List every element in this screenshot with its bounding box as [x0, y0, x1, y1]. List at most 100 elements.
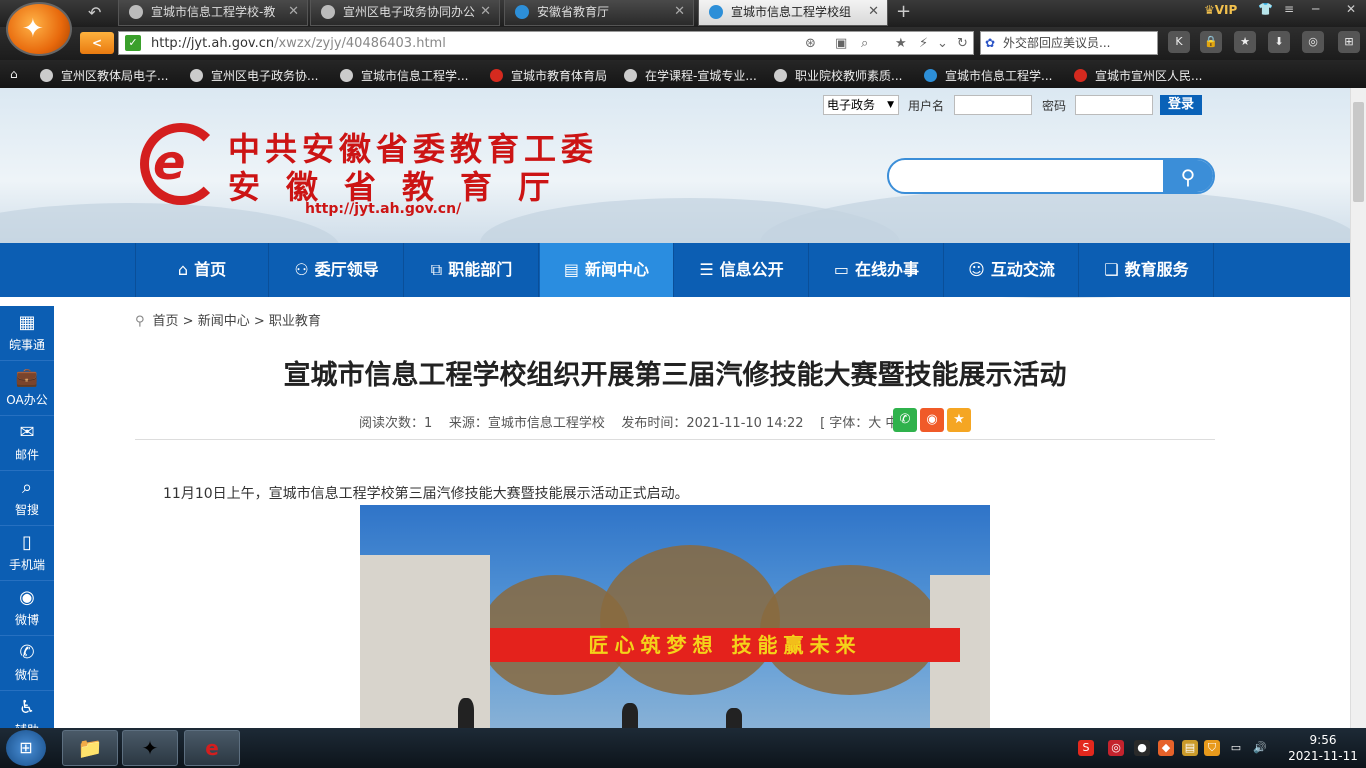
tray-app-icon[interactable]: ▤ [1182, 740, 1198, 756]
bookmark-item[interactable]: 宣州区电子政务协... [190, 67, 318, 84]
bookmark-item[interactable]: 宣城市宣州区人民... [1074, 67, 1202, 84]
image-icon[interactable]: ▣ [835, 36, 847, 51]
tray-app-icon[interactable]: ◎ [1108, 740, 1124, 756]
article-meta: 阅读次数：1 来源：宣城市信息工程学校 发布时间：2021-11-10 14:2… [359, 416, 925, 431]
vip-badge[interactable]: ♛VIP [1204, 3, 1237, 17]
nav-interaction[interactable]: ☺ 互动交流 [945, 243, 1079, 297]
login-button[interactable]: 登录 [1160, 95, 1202, 115]
sidebar-mobile[interactable]: ▯ 手机端 [0, 526, 54, 581]
new-tab-button[interactable]: + [896, 1, 911, 22]
explorer-icon[interactable]: 📁 [62, 730, 118, 766]
menu-icon[interactable]: ≡ [1284, 2, 1294, 16]
compat-icon[interactable]: ⊛ [805, 36, 816, 51]
login-type-select[interactable]: 电子政务 ▼ [823, 95, 899, 115]
refresh-icon[interactable]: ↻ [957, 36, 968, 51]
bookmark-item[interactable]: 宣城市信息工程学... [340, 67, 468, 84]
zoom-icon[interactable]: ⌕ [861, 36, 868, 51]
close-icon[interactable]: ✕ [868, 0, 879, 24]
tab-label: 宣城市信息工程学校组 [731, 5, 852, 19]
article-date: 发布时间：2021-11-10 14:22 [621, 416, 804, 431]
nav-online-service[interactable]: ▭ 在线办事 [810, 243, 944, 297]
volume-icon[interactable]: 🔊 [1252, 740, 1268, 756]
browser-logo[interactable]: ✦ [6, 2, 72, 56]
k-icon[interactable]: K [1168, 31, 1190, 53]
search-box[interactable]: ✿ 外交部回应美议员... [980, 31, 1158, 55]
close-icon[interactable]: ✕ [674, 0, 685, 24]
password-label: 密码 [1042, 99, 1067, 113]
liebao-icon[interactable]: ✦ [122, 730, 178, 766]
undo-icon[interactable]: ↶ [88, 3, 101, 22]
favorite-icon[interactable]: ★ [1234, 31, 1256, 53]
system-clock[interactable]: 9:56 2021-11-11 [1283, 732, 1363, 764]
tab-3[interactable]: 安徽省教育厅 ✕ [504, 0, 694, 26]
tray-app-icon[interactable]: ● [1134, 740, 1150, 756]
person-figure [622, 703, 638, 728]
crumb-home[interactable]: 首页 [153, 314, 179, 329]
close-button[interactable]: ✕ [1346, 2, 1356, 16]
back-button[interactable]: < [80, 32, 114, 54]
article-title: 宣城市信息工程学校组织开展第三届汽修技能大赛暨技能展示活动 [283, 360, 1067, 391]
game-icon[interactable]: ◎ [1302, 31, 1324, 53]
username-field[interactable] [954, 95, 1032, 115]
shield-icon[interactable]: ⛉ [1204, 740, 1220, 756]
grid-icon[interactable]: ⊞ [1338, 31, 1360, 53]
sidebar-mail[interactable]: ✉ 邮件 [0, 416, 54, 471]
favorite-share-icon[interactable]: ★ [947, 408, 971, 432]
sidebar-search[interactable]: ⌕ 智搜 [0, 471, 54, 526]
tab-1[interactable]: 宣城市信息工程学校-教 ✕ [118, 0, 308, 26]
site-search-input[interactable]: ⚲ [887, 158, 1215, 194]
tab-2[interactable]: 宣州区电子政务协同办公 ✕ [310, 0, 500, 26]
sogou-icon[interactable]: S [1078, 740, 1094, 756]
wechat-share-icon[interactable]: ✆ [893, 408, 917, 432]
username-label: 用户名 [908, 99, 945, 113]
nav-leaders[interactable]: ⚇ 委厅领导 [270, 243, 404, 297]
e-icon [515, 5, 529, 19]
sidebar-wechat[interactable]: ✆ 微信 [0, 636, 54, 691]
weibo-share-icon[interactable]: ◉ [920, 408, 944, 432]
sidebar-weibo[interactable]: ◉ 微博 [0, 581, 54, 636]
flash-icon[interactable]: ⚡ [919, 36, 928, 51]
e-icon [924, 69, 937, 82]
bookmark-item[interactable]: 宣城市教育体育局 [490, 67, 607, 84]
photo-banner: 匠心筑梦想 技能赢未来 [490, 628, 960, 662]
url-field[interactable]: ✓ http://jyt.ah.gov.cn/xwzx/zyjy/4048640… [118, 31, 974, 55]
search-icon[interactable]: ⚲ [1163, 160, 1213, 192]
lock-icon[interactable]: 🔒 [1200, 31, 1222, 53]
tray-app-icon[interactable]: ◆ [1158, 740, 1174, 756]
password-field[interactable] [1075, 95, 1153, 115]
nav-departments[interactable]: ⧉ 职能部门 [405, 243, 539, 297]
bookmark-item[interactable]: 宣城市信息工程学... [924, 67, 1052, 84]
globe-icon [340, 69, 353, 82]
download-icon[interactable]: ⬇ [1268, 31, 1290, 53]
crumb-vocational[interactable]: 职业教育 [269, 314, 321, 329]
sidebar-accessibility[interactable]: ♿辅助 [0, 691, 54, 728]
baidu-icon: ✿ [985, 36, 996, 50]
web-page: 电子政务 ▼ 用户名 密码 登录 e 中共安徽省委教育工委 安徽省教育厅 http… [0, 88, 1350, 728]
dropdown-icon[interactable]: ⌄ [937, 36, 948, 51]
wechat-icon: ✆ [19, 642, 35, 663]
edu-site-icon[interactable]: e [184, 730, 240, 766]
clock-date: 2021-11-11 [1288, 749, 1358, 763]
home-icon[interactable]: ⌂ [10, 67, 18, 81]
star-icon[interactable]: ★ [895, 36, 907, 51]
url-text[interactable]: http://jyt.ah.gov.cn/xwzx/zyjy/40486403.… [151, 36, 446, 51]
scroll-thumb[interactable] [1353, 102, 1364, 202]
bookmark-item[interactable]: 在学课程-宣城专业... [624, 67, 757, 84]
tab-label: 宣城市信息工程学校-教 [151, 5, 276, 19]
minimize-button[interactable]: ─ [1312, 2, 1319, 16]
bookmark-item[interactable]: 宣州区教体局电子... [40, 67, 168, 84]
skin-icon[interactable]: 👕 [1258, 2, 1273, 16]
nav-news[interactable]: ▤ 新闻中心 [540, 243, 674, 297]
nav-home[interactable]: ⌂ 首页 [135, 243, 269, 297]
bookmark-item[interactable]: 职业院校教师素质... [774, 67, 902, 84]
site-logo-icon[interactable]: e [140, 123, 222, 205]
network-icon[interactable]: ▭ [1228, 740, 1244, 756]
close-icon[interactable]: ✕ [480, 0, 491, 24]
tab-4-active[interactable]: 宣城市信息工程学校组 ✕ [698, 0, 888, 26]
nav-disclosure[interactable]: ☰ 信息公开 [675, 243, 809, 297]
crumb-news[interactable]: 新闻中心 [198, 314, 250, 329]
nav-edu-service[interactable]: ❑ 教育服务 [1080, 243, 1214, 297]
close-icon[interactable]: ✕ [288, 0, 299, 24]
start-button[interactable]: ⊞ [6, 730, 46, 766]
vertical-scrollbar[interactable] [1350, 88, 1366, 728]
